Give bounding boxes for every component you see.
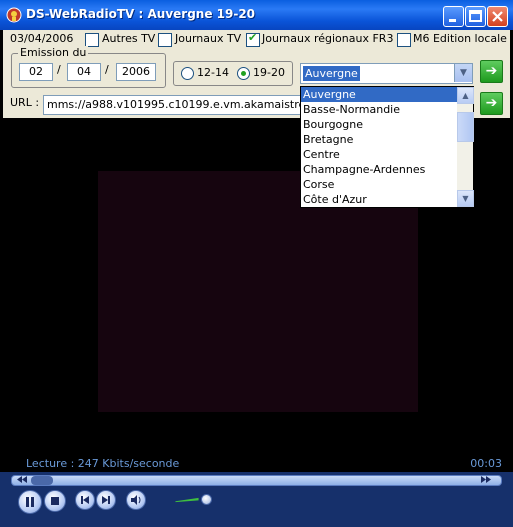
fast-forward-icon[interactable]: [480, 475, 492, 484]
volume-thumb[interactable]: [201, 494, 212, 505]
bitrate-status: Lecture : 247 Kbits/seconde: [26, 457, 180, 470]
previous-button[interactable]: [75, 490, 95, 510]
month-field[interactable]: 04: [67, 63, 101, 81]
year-field[interactable]: 2006: [116, 63, 156, 81]
day-field[interactable]: 02: [19, 63, 53, 81]
region-option[interactable]: Champagne-Ardennes: [301, 162, 473, 177]
window-title: DS-WebRadioTV : Auvergne 19-20: [26, 7, 256, 21]
time-display: 00:03: [470, 457, 502, 470]
current-date: 03/04/2006: [10, 32, 74, 45]
app-window: DS-WebRadioTV : Auvergne 19-20 03/04/200…: [0, 0, 513, 527]
url-label: URL :: [10, 96, 40, 109]
stop-button[interactable]: [44, 490, 66, 512]
close-button[interactable]: [487, 6, 508, 27]
region-option[interactable]: Côte d'Azur: [301, 192, 473, 207]
app-icon: [6, 7, 22, 23]
go-button[interactable]: ➔: [480, 60, 503, 83]
checkbox-journaux-tv[interactable]: [158, 33, 172, 47]
date-separator: /: [105, 63, 109, 76]
radio-19-20[interactable]: [237, 67, 250, 80]
close-icon: [492, 11, 503, 22]
next-button[interactable]: [96, 490, 116, 510]
rewind-icon[interactable]: [16, 475, 28, 484]
checkbox-m6-edition[interactable]: [397, 33, 411, 47]
stop-icon: [51, 497, 59, 505]
radio-12-14-label: 12-14: [197, 66, 229, 79]
minimize-button[interactable]: [443, 6, 464, 27]
scroll-down-button[interactable]: ▼: [457, 190, 474, 207]
region-select[interactable]: Auvergne ▼: [300, 63, 473, 84]
emission-group-label: Emission du: [18, 46, 89, 59]
arrow-right-icon: ➔: [485, 63, 498, 79]
radio-19-20-label: 19-20: [253, 66, 285, 79]
checkbox-autres-tv-label: Autres TV: [102, 32, 156, 45]
next-icon: [102, 496, 110, 504]
previous-icon: [81, 496, 89, 504]
chevron-down-icon: ▼: [460, 68, 467, 78]
region-option[interactable]: Auvergne: [301, 87, 473, 102]
checkbox-m6-edition-label: M6 Edition locale: [413, 32, 507, 45]
play-pause-button[interactable]: [18, 490, 42, 514]
checkbox-journaux-regionaux[interactable]: [246, 31, 260, 47]
region-select-value: Auvergne: [303, 66, 360, 81]
region-option[interactable]: Bourgogne: [301, 117, 473, 132]
dropdown-scrollbar[interactable]: ▲ ▼: [457, 87, 474, 207]
checkbox-autres-tv[interactable]: [85, 33, 99, 47]
scroll-thumb[interactable]: [457, 112, 474, 142]
radio-12-14[interactable]: [181, 67, 194, 80]
minimize-icon: [449, 19, 456, 22]
scroll-up-button[interactable]: ▲: [457, 87, 474, 104]
maximize-icon: [469, 10, 482, 22]
region-option[interactable]: Basse-Normandie: [301, 102, 473, 117]
checkbox-journaux-tv-label: Journaux TV: [175, 32, 242, 45]
region-dropdown-button[interactable]: ▼: [454, 64, 472, 82]
url-field[interactable]: mms://a988.v101995.c10199.e.vm.akamaistr…: [43, 95, 305, 115]
arrow-right-icon: ➔: [485, 95, 498, 111]
speaker-icon: [131, 495, 141, 505]
pause-icon: [26, 497, 34, 507]
chevron-up-icon: ▲: [462, 91, 469, 100]
mute-button[interactable]: [126, 490, 146, 510]
chevron-down-icon: ▼: [462, 194, 469, 203]
title-bar[interactable]: DS-WebRadioTV : Auvergne 19-20: [0, 0, 513, 30]
seek-bar[interactable]: [11, 475, 502, 486]
region-option[interactable]: Bretagne: [301, 132, 473, 147]
region-dropdown-list[interactable]: Auvergne Basse-Normandie Bourgogne Bretagne…: [300, 86, 474, 208]
checkbox-journaux-regionaux-label: Journaux régionaux FR3: [262, 32, 394, 45]
region-option[interactable]: Centre: [301, 147, 473, 162]
url-go-button[interactable]: ➔: [480, 92, 503, 115]
date-separator: /: [57, 63, 61, 76]
region-option[interactable]: Corse: [301, 177, 473, 192]
maximize-button[interactable]: [465, 6, 486, 27]
seek-thumb[interactable]: [31, 476, 53, 485]
region-option-list: Auvergne Basse-Normandie Bourgogne Bretagne…: [301, 87, 473, 207]
